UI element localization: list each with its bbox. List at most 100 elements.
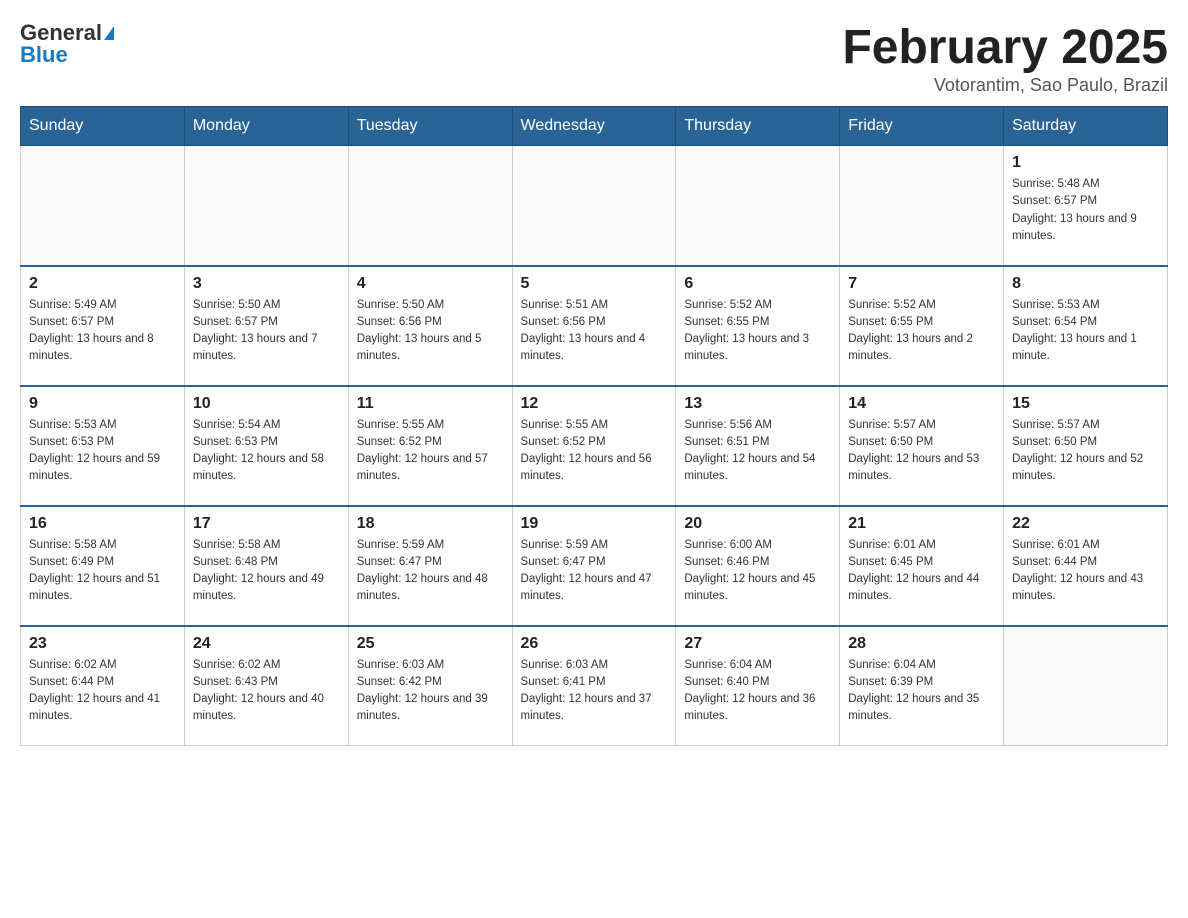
calendar-cell: 26 Sunrise: 6:03 AM Sunset: 6:41 PM Dayli…: [512, 626, 676, 746]
day-number: 19: [521, 515, 668, 533]
day-info: Sunrise: 5:53 AM Sunset: 6:53 PM Dayligh…: [29, 417, 176, 486]
day-info: Sunrise: 5:49 AM Sunset: 6:57 PM Dayligh…: [29, 297, 176, 366]
month-title: February 2025: [842, 20, 1168, 75]
day-info: Sunrise: 6:01 AM Sunset: 6:45 PM Dayligh…: [848, 537, 995, 606]
calendar-cell: 24Sunrise: 6:02 AM Sunset: 6:43 PM Dayli…: [184, 626, 348, 746]
day-info: Sunrise: 5:58 AM Sunset: 6:48 PM Dayligh…: [193, 537, 340, 606]
weekday-header-wednesday: Wednesday: [512, 107, 676, 146]
day-info: Sunrise: 5:59 AM Sunset: 6:47 PM Dayligh…: [357, 537, 504, 606]
day-info: Sunrise: 5:59 AM Sunset: 6:47 PM Dayligh…: [521, 537, 668, 606]
calendar-cell: 2 Sunrise: 5:49 AM Sunset: 6:57 PM Daylig…: [21, 266, 185, 386]
calendar-cell: 14 Sunrise: 5:57 AM Sunset: 6:50 PM Dayli…: [840, 386, 1004, 506]
day-number: 11: [357, 395, 504, 413]
day-number: 20: [684, 515, 831, 533]
calendar-cell: 1 Sunrise: 5:48 AM Sunset: 6:57 PM Daylig…: [1004, 146, 1168, 266]
logo-triangle-icon: [104, 26, 114, 40]
logo: General Blue: [20, 20, 114, 68]
day-number: 27: [684, 635, 831, 653]
day-info: Sunrise: 6:02 AM Sunset: 6:43 PM Dayligh…: [193, 657, 340, 726]
day-number: 12: [521, 395, 668, 413]
day-info: Sunrise: 5:57 AM Sunset: 6:50 PM Dayligh…: [1012, 417, 1159, 486]
day-number: 13: [684, 395, 831, 413]
day-number: 14: [848, 395, 995, 413]
calendar-week-row: 1 Sunrise: 5:48 AM Sunset: 6:57 PM Daylig…: [21, 146, 1168, 266]
day-info: Sunrise: 6:04 AM Sunset: 6:39 PM Dayligh…: [848, 657, 995, 726]
weekday-header-monday: Monday: [184, 107, 348, 146]
logo-blue-text: Blue: [20, 42, 68, 68]
day-info: Sunrise: 5:55 AM Sunset: 6:52 PM Dayligh…: [357, 417, 504, 486]
day-info: Sunrise: 5:54 AM Sunset: 6:53 PM Dayligh…: [193, 417, 340, 486]
day-number: 9: [29, 395, 176, 413]
day-info: Sunrise: 6:00 AM Sunset: 6:46 PM Dayligh…: [684, 537, 831, 606]
day-number: 4: [357, 275, 504, 293]
day-number: 23: [29, 635, 176, 653]
calendar-cell: 8Sunrise: 5:53 AM Sunset: 6:54 PM Daylig…: [1004, 266, 1168, 386]
calendar-cell: 7Sunrise: 5:52 AM Sunset: 6:55 PM Daylig…: [840, 266, 1004, 386]
calendar-cell: [21, 146, 185, 266]
day-info: Sunrise: 5:51 AM Sunset: 6:56 PM Dayligh…: [521, 297, 668, 366]
day-info: Sunrise: 5:57 AM Sunset: 6:50 PM Dayligh…: [848, 417, 995, 486]
calendar-cell: 27 Sunrise: 6:04 AM Sunset: 6:40 PM Dayli…: [676, 626, 840, 746]
day-number: 5: [521, 275, 668, 293]
weekday-header-sunday: Sunday: [21, 107, 185, 146]
calendar-cell: [512, 146, 676, 266]
day-info: Sunrise: 5:50 AM Sunset: 6:56 PM Dayligh…: [357, 297, 504, 366]
day-number: 17: [193, 515, 340, 533]
day-info: Sunrise: 5:48 AM Sunset: 6:57 PM Dayligh…: [1012, 176, 1159, 245]
calendar-cell: 18 Sunrise: 5:59 AM Sunset: 6:47 PM Dayli…: [348, 506, 512, 626]
day-number: 6: [684, 275, 831, 293]
calendar-header-row: SundayMondayTuesdayWednesdayThursdayFrid…: [21, 107, 1168, 146]
calendar-cell: 6 Sunrise: 5:52 AM Sunset: 6:55 PM Daylig…: [676, 266, 840, 386]
calendar-cell: [348, 146, 512, 266]
day-info: Sunrise: 6:01 AM Sunset: 6:44 PM Dayligh…: [1012, 537, 1159, 606]
title-section: February 2025 Votorantim, Sao Paulo, Bra…: [842, 20, 1168, 96]
calendar-week-row: 9 Sunrise: 5:53 AM Sunset: 6:53 PM Daylig…: [21, 386, 1168, 506]
calendar-cell: 23 Sunrise: 6:02 AM Sunset: 6:44 PM Dayli…: [21, 626, 185, 746]
day-info: Sunrise: 5:56 AM Sunset: 6:51 PM Dayligh…: [684, 417, 831, 486]
day-info: Sunrise: 5:52 AM Sunset: 6:55 PM Dayligh…: [848, 297, 995, 366]
day-number: 21: [848, 515, 995, 533]
calendar-cell: 12 Sunrise: 5:55 AM Sunset: 6:52 PM Dayli…: [512, 386, 676, 506]
day-number: 18: [357, 515, 504, 533]
calendar-cell: 5 Sunrise: 5:51 AM Sunset: 6:56 PM Daylig…: [512, 266, 676, 386]
day-info: Sunrise: 6:02 AM Sunset: 6:44 PM Dayligh…: [29, 657, 176, 726]
calendar-cell: 15 Sunrise: 5:57 AM Sunset: 6:50 PM Dayli…: [1004, 386, 1168, 506]
calendar-cell: 11 Sunrise: 5:55 AM Sunset: 6:52 PM Dayli…: [348, 386, 512, 506]
day-number: 8: [1012, 275, 1159, 293]
weekday-header-thursday: Thursday: [676, 107, 840, 146]
calendar-cell: 20 Sunrise: 6:00 AM Sunset: 6:46 PM Dayli…: [676, 506, 840, 626]
calendar-week-row: 2 Sunrise: 5:49 AM Sunset: 6:57 PM Daylig…: [21, 266, 1168, 386]
calendar-cell: [1004, 626, 1168, 746]
calendar-table: SundayMondayTuesdayWednesdayThursdayFrid…: [20, 106, 1168, 746]
calendar-cell: 16 Sunrise: 5:58 AM Sunset: 6:49 PM Dayli…: [21, 506, 185, 626]
calendar-week-row: 23 Sunrise: 6:02 AM Sunset: 6:44 PM Dayli…: [21, 626, 1168, 746]
calendar-cell: 4 Sunrise: 5:50 AM Sunset: 6:56 PM Daylig…: [348, 266, 512, 386]
day-number: 1: [1012, 154, 1159, 172]
calendar-cell: 22 Sunrise: 6:01 AM Sunset: 6:44 PM Dayli…: [1004, 506, 1168, 626]
day-number: 2: [29, 275, 176, 293]
calendar-cell: 9 Sunrise: 5:53 AM Sunset: 6:53 PM Daylig…: [21, 386, 185, 506]
calendar-cell: [184, 146, 348, 266]
day-number: 16: [29, 515, 176, 533]
weekday-header-friday: Friday: [840, 107, 1004, 146]
day-info: Sunrise: 5:58 AM Sunset: 6:49 PM Dayligh…: [29, 537, 176, 606]
day-number: 15: [1012, 395, 1159, 413]
location-text: Votorantim, Sao Paulo, Brazil: [842, 75, 1168, 96]
day-info: Sunrise: 5:52 AM Sunset: 6:55 PM Dayligh…: [684, 297, 831, 366]
day-info: Sunrise: 6:04 AM Sunset: 6:40 PM Dayligh…: [684, 657, 831, 726]
calendar-cell: 13 Sunrise: 5:56 AM Sunset: 6:51 PM Dayli…: [676, 386, 840, 506]
calendar-week-row: 16 Sunrise: 5:58 AM Sunset: 6:49 PM Dayli…: [21, 506, 1168, 626]
calendar-cell: 10 Sunrise: 5:54 AM Sunset: 6:53 PM Dayli…: [184, 386, 348, 506]
day-number: 22: [1012, 515, 1159, 533]
calendar-cell: 21 Sunrise: 6:01 AM Sunset: 6:45 PM Dayli…: [840, 506, 1004, 626]
day-info: Sunrise: 6:03 AM Sunset: 6:41 PM Dayligh…: [521, 657, 668, 726]
calendar-cell: [676, 146, 840, 266]
day-number: 26: [521, 635, 668, 653]
day-info: Sunrise: 5:55 AM Sunset: 6:52 PM Dayligh…: [521, 417, 668, 486]
day-number: 10: [193, 395, 340, 413]
calendar-cell: [840, 146, 1004, 266]
calendar-cell: 28Sunrise: 6:04 AM Sunset: 6:39 PM Dayli…: [840, 626, 1004, 746]
calendar-cell: 19 Sunrise: 5:59 AM Sunset: 6:47 PM Dayli…: [512, 506, 676, 626]
day-number: 25: [357, 635, 504, 653]
day-number: 3: [193, 275, 340, 293]
